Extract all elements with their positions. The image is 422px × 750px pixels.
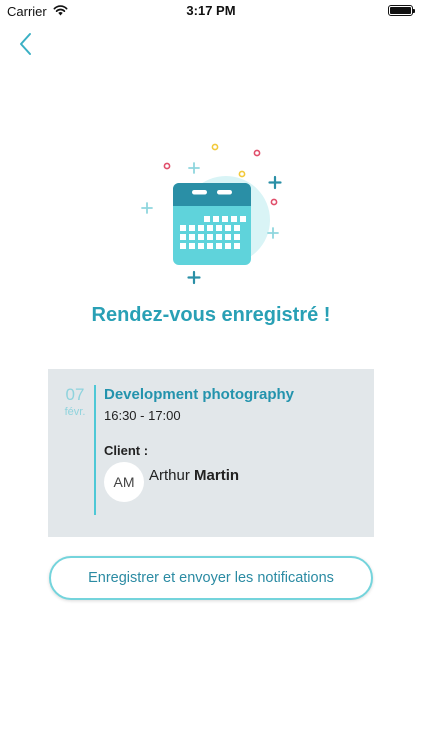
date-month: févr. xyxy=(64,406,86,418)
appointment-title: Development photography xyxy=(104,386,295,403)
battery-icon xyxy=(388,5,415,16)
status-bar: Carrier 3:17 PM xyxy=(0,0,422,22)
save-and-notify-button[interactable]: Enregistrer et envoyer les notifications xyxy=(49,556,373,600)
confirmation-title: Rendez-vous enregistré ! xyxy=(91,304,331,326)
chevron-left-icon xyxy=(20,33,31,55)
client-last-name: Martin xyxy=(194,467,240,484)
clock: 3:17 PM xyxy=(186,3,236,18)
date-day: 07 xyxy=(65,385,85,404)
appointment-time: 16:30 - 17:00 xyxy=(104,408,181,423)
client-name: Arthur Martin xyxy=(149,467,239,484)
calendar-icon xyxy=(141,143,282,285)
client-label: Client : xyxy=(104,443,149,458)
client-first-name: Arthur xyxy=(149,467,190,484)
appointment-card: 07 févr. Development photography 16:30 -… xyxy=(48,369,374,537)
back-button[interactable] xyxy=(14,30,40,58)
timeline-bar xyxy=(94,385,96,515)
avatar: AM xyxy=(104,462,144,502)
appointment-date: 07 févr. xyxy=(58,385,92,418)
